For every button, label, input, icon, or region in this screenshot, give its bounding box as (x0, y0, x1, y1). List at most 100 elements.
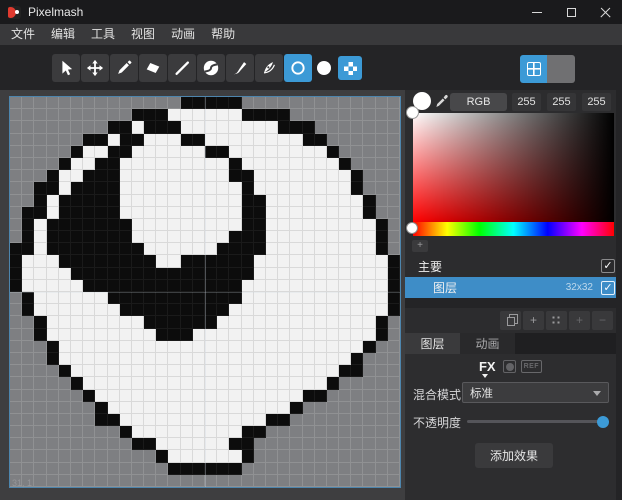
pixel-cell[interactable] (156, 182, 168, 194)
pixel-cell[interactable] (95, 109, 107, 121)
pixel-cell[interactable] (388, 280, 400, 292)
pixel-cell[interactable] (59, 280, 71, 292)
pixel-cell[interactable] (95, 97, 107, 109)
pixel-cell[interactable] (83, 316, 95, 328)
pixel-cell[interactable] (95, 292, 107, 304)
pixel-cell[interactable] (376, 268, 388, 280)
pixel-cell[interactable] (303, 475, 315, 487)
pixel-cell[interactable] (83, 255, 95, 267)
pixel-cell[interactable] (156, 365, 168, 377)
pixel-cell[interactable] (303, 377, 315, 389)
pixel-cell[interactable] (144, 243, 156, 255)
pixel-cell[interactable] (193, 438, 205, 450)
pixel-cell[interactable] (303, 146, 315, 158)
pixel-cell[interactable] (327, 207, 339, 219)
pixel-cell[interactable] (144, 195, 156, 207)
pixel-cell[interactable] (351, 146, 363, 158)
pixel-cell[interactable] (83, 134, 95, 146)
pixel-cell[interactable] (217, 121, 229, 133)
pixel-cell[interactable] (278, 390, 290, 402)
pixel-cell[interactable] (144, 475, 156, 487)
pixel-cell[interactable] (71, 255, 83, 267)
pixel-cell[interactable] (303, 450, 315, 462)
pixel-cell[interactable] (254, 243, 266, 255)
pixel-cell[interactable] (108, 438, 120, 450)
pixel-cell[interactable] (242, 109, 254, 121)
pixel-cell[interactable] (388, 329, 400, 341)
pixel-cell[interactable] (327, 365, 339, 377)
pixel-cell[interactable] (193, 219, 205, 231)
pixel-cell[interactable] (47, 243, 59, 255)
pixel-cell[interactable] (47, 304, 59, 316)
pixel-cell[interactable] (388, 146, 400, 158)
pixel-cell[interactable] (205, 158, 217, 170)
pixel-cell[interactable] (168, 255, 180, 267)
pixel-cell[interactable] (266, 475, 278, 487)
pixel-cell[interactable] (95, 475, 107, 487)
pixel-cell[interactable] (108, 134, 120, 146)
opacity-slider[interactable] (467, 420, 603, 423)
minimize-button[interactable] (520, 0, 554, 24)
fx-button[interactable]: FX (479, 359, 498, 374)
pixel-cell[interactable] (10, 316, 22, 328)
path-pen-tool-button[interactable] (255, 54, 283, 82)
pixel-cell[interactable] (156, 255, 168, 267)
pixel-cell[interactable] (266, 255, 278, 267)
pixel-cell[interactable] (71, 463, 83, 475)
pixel-cell[interactable] (388, 341, 400, 353)
pixel-cell[interactable] (363, 450, 375, 462)
pixel-cell[interactable] (290, 243, 302, 255)
pixel-cell[interactable] (144, 365, 156, 377)
pixel-cell[interactable] (132, 158, 144, 170)
pixel-cell[interactable] (120, 329, 132, 341)
pixel-cell[interactable] (363, 219, 375, 231)
pixel-cell[interactable] (376, 292, 388, 304)
pixel-cell[interactable] (217, 97, 229, 109)
pixel-cell[interactable] (181, 243, 193, 255)
pixel-cell[interactable] (388, 463, 400, 475)
pixel-cell[interactable] (205, 365, 217, 377)
pixel-cell[interactable] (108, 231, 120, 243)
pixel-cell[interactable] (181, 414, 193, 426)
pixel-cell[interactable] (181, 195, 193, 207)
pixel-cell[interactable] (290, 414, 302, 426)
pixel-cell[interactable] (266, 158, 278, 170)
pixel-cell[interactable] (144, 402, 156, 414)
pixel-cell[interactable] (339, 292, 351, 304)
pixel-cell[interactable] (327, 158, 339, 170)
pixel-cell[interactable] (108, 341, 120, 353)
pixel-cell[interactable] (144, 134, 156, 146)
pixel-cell[interactable] (47, 414, 59, 426)
pixel-cell[interactable] (22, 207, 34, 219)
pixel-cell[interactable] (108, 170, 120, 182)
pixel-cell[interactable] (95, 365, 107, 377)
pixel-cell[interactable] (181, 219, 193, 231)
pixel-cell[interactable] (217, 134, 229, 146)
pixel-cell[interactable] (168, 438, 180, 450)
pixel-cell[interactable] (22, 121, 34, 133)
pixel-cell[interactable] (229, 341, 241, 353)
pixel-cell[interactable] (254, 475, 266, 487)
pixel-cell[interactable] (290, 121, 302, 133)
pixel-cell[interactable] (242, 280, 254, 292)
pixel-cell[interactable] (156, 134, 168, 146)
pixel-cell[interactable] (254, 402, 266, 414)
pixel-cell[interactable] (168, 450, 180, 462)
pixel-cell[interactable] (132, 97, 144, 109)
pixel-cell[interactable] (315, 414, 327, 426)
pixel-cell[interactable] (351, 365, 363, 377)
pixel-cell[interactable] (59, 390, 71, 402)
pixel-cell[interactable] (303, 243, 315, 255)
pixel-cell[interactable] (59, 402, 71, 414)
pixel-cell[interactable] (132, 170, 144, 182)
pixel-cell[interactable] (108, 195, 120, 207)
pixel-cell[interactable] (339, 231, 351, 243)
pixel-cell[interactable] (303, 97, 315, 109)
pixel-cell[interactable] (34, 377, 46, 389)
pixel-cell[interactable] (339, 207, 351, 219)
pixel-cell[interactable] (47, 195, 59, 207)
pixel-cell[interactable] (59, 219, 71, 231)
pixel-cell[interactable] (22, 426, 34, 438)
pixel-cell[interactable] (10, 195, 22, 207)
pixel-cell[interactable] (339, 402, 351, 414)
